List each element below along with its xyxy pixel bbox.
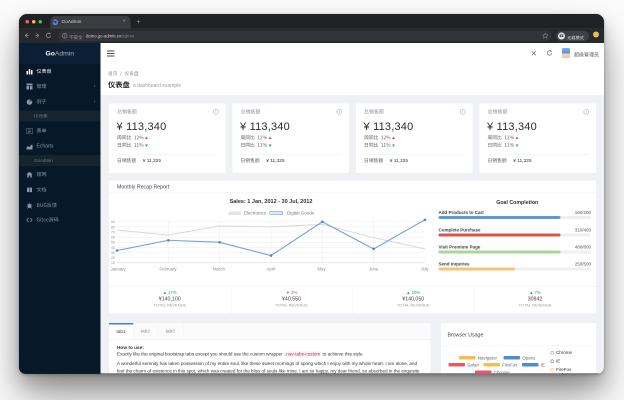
svg-text:March: March — [213, 267, 225, 272]
svg-text:80: 80 — [111, 225, 115, 229]
svg-text:June: June — [369, 267, 379, 272]
svg-text:10: 10 — [111, 261, 115, 265]
svg-text:40: 40 — [111, 246, 115, 250]
svg-text:April: April — [267, 267, 276, 272]
svg-text:July: July — [421, 267, 429, 272]
svg-text:70: 70 — [111, 230, 115, 234]
svg-text:50: 50 — [111, 241, 115, 245]
svg-text:30: 30 — [111, 251, 115, 255]
svg-text:May: May — [318, 267, 327, 272]
svg-text:January: January — [111, 267, 127, 272]
svg-text:February: February — [160, 267, 178, 272]
svg-text:60: 60 — [111, 236, 115, 240]
svg-text:90: 90 — [111, 220, 115, 224]
svg-text:20: 20 — [111, 256, 115, 260]
